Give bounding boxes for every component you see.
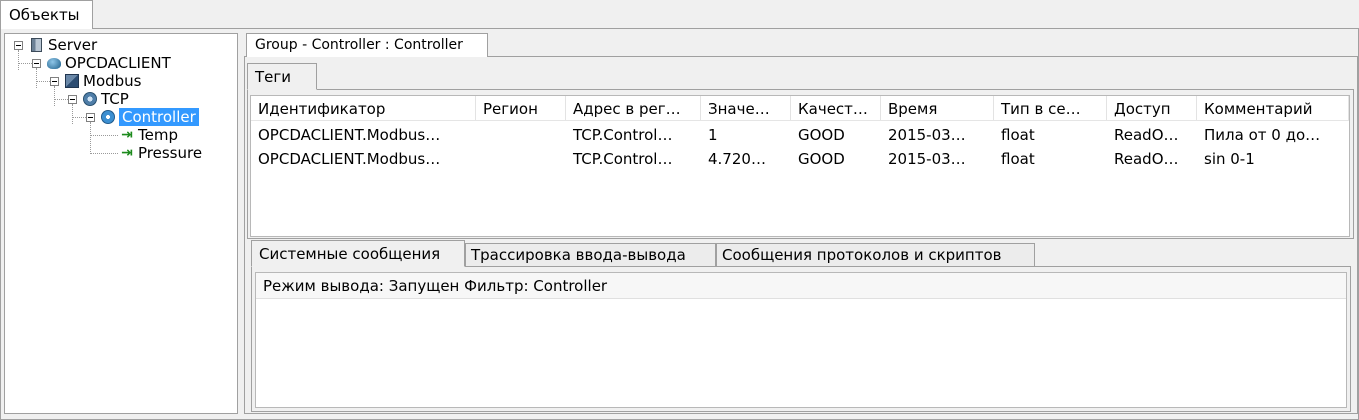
- tree-item-label: Server: [48, 36, 98, 54]
- tag-arrow-icon: ⇥: [121, 145, 133, 161]
- table-cell: ReadO…: [1114, 126, 1179, 144]
- collapse-icon[interactable]: [32, 58, 41, 68]
- collapse-icon[interactable]: [68, 94, 77, 104]
- column-header[interactable]: Значе…: [701, 96, 791, 120]
- table-cell: GOOD: [798, 150, 845, 168]
- table-row[interactable]: OPCDACLIENT.Modbus… TCP.Control… 4.720… …: [251, 147, 1349, 171]
- tab-group-controller[interactable]: Group - Controller : Controller: [246, 33, 488, 57]
- tree-item-label-selected: Controller: [119, 108, 199, 126]
- table-cell: OPCDACLIENT.Modbus…: [258, 126, 441, 144]
- tree-item-modbus[interactable]: Modbus: [50, 72, 141, 90]
- log-status-line: Режим вывода: Запущен Фильтр: Controller: [256, 273, 1346, 299]
- table-header: Идентификатор Регион Адрес в рег… Значе……: [251, 96, 1349, 121]
- table-cell: TCP.Control…: [573, 150, 673, 168]
- table-cell: OPCDACLIENT.Modbus…: [258, 150, 441, 168]
- table-cell: TCP.Control…: [573, 126, 673, 144]
- table-cell: sin 0-1: [1204, 150, 1255, 168]
- controller-icon: [101, 110, 115, 124]
- tree-item-label: Modbus: [83, 72, 142, 90]
- tcp-icon: [83, 92, 97, 106]
- tab-tags[interactable]: Теги: [247, 63, 317, 90]
- tab-label: Сообщения протоколов и скриптов: [722, 246, 1002, 264]
- modbus-icon: [65, 74, 79, 88]
- tab-tags-label: Теги: [255, 68, 292, 86]
- table-cell: 2015-03…: [888, 150, 966, 168]
- log-output[interactable]: Режим вывода: Запущен Фильтр: Controller: [255, 272, 1347, 408]
- object-tree[interactable]: Server OPCDACLIENT Modbus TCP Controller…: [4, 33, 238, 414]
- tree-item-controller[interactable]: Controller: [86, 108, 199, 126]
- table-row[interactable]: OPCDACLIENT.Modbus… TCP.Control… 1 GOOD …: [251, 123, 1349, 147]
- tree-item-label: Temp: [138, 126, 178, 144]
- collapse-icon[interactable]: [14, 40, 23, 50]
- tree-item-opcdaclient[interactable]: OPCDACLIENT: [32, 54, 171, 72]
- tree-item-server[interactable]: Server: [14, 36, 97, 54]
- tab-objects-label: Объекты: [9, 6, 80, 24]
- server-icon: [31, 38, 42, 52]
- column-header[interactable]: Регион: [476, 96, 566, 120]
- tab-system-messages[interactable]: Системные сообщения: [251, 240, 465, 267]
- tree-item-label: TCP: [101, 90, 129, 108]
- tree-item-tag[interactable]: ⇥ Pressure: [120, 144, 202, 162]
- column-header[interactable]: Идентификатор: [251, 96, 476, 120]
- column-header[interactable]: Комментарий: [1197, 96, 1349, 120]
- table-cell: [476, 147, 566, 171]
- column-header[interactable]: Адрес в рег…: [566, 96, 701, 120]
- table-cell: 2015-03…: [888, 126, 966, 144]
- table-cell: Пила от 0 до…: [1204, 126, 1321, 144]
- table-cell: [476, 123, 566, 147]
- table-cell: ReadO…: [1114, 150, 1179, 168]
- tab-group-label: Group - Controller : Controller: [255, 37, 463, 53]
- tab-protocol-messages[interactable]: Сообщения протоколов и скриптов: [716, 243, 1035, 266]
- tab-label: Системные сообщения: [259, 245, 441, 263]
- opc-client-icon: [47, 57, 61, 69]
- column-header[interactable]: Тип в се…: [994, 96, 1107, 120]
- table-cell: float: [1001, 126, 1035, 144]
- table-cell: 4.720…: [708, 150, 766, 168]
- collapse-icon[interactable]: [50, 76, 59, 86]
- tree-item-tcp[interactable]: TCP: [68, 90, 129, 108]
- log-status-text: Режим вывода: Запущен Фильтр: Controller: [263, 277, 608, 295]
- tags-table[interactable]: Идентификатор Регион Адрес в рег… Значе……: [250, 95, 1350, 237]
- column-header[interactable]: Качест…: [791, 96, 881, 120]
- table-cell: float: [1001, 150, 1035, 168]
- tab-objects[interactable]: Объекты: [0, 0, 93, 29]
- tree-item-label: OPCDACLIENT: [65, 54, 171, 72]
- tab-io-trace[interactable]: Трассировка ввода-вывода: [465, 243, 716, 266]
- tree-item-label: Pressure: [138, 144, 203, 162]
- column-header[interactable]: Время: [881, 96, 994, 120]
- table-cell: GOOD: [798, 126, 845, 144]
- table-cell: 1: [708, 126, 718, 144]
- tree-item-tag[interactable]: ⇥ Temp: [120, 126, 178, 144]
- tag-arrow-icon: ⇥: [121, 127, 133, 143]
- column-header[interactable]: Доступ: [1107, 96, 1197, 120]
- collapse-icon[interactable]: [86, 112, 95, 122]
- tab-label: Трассировка ввода-вывода: [471, 246, 686, 264]
